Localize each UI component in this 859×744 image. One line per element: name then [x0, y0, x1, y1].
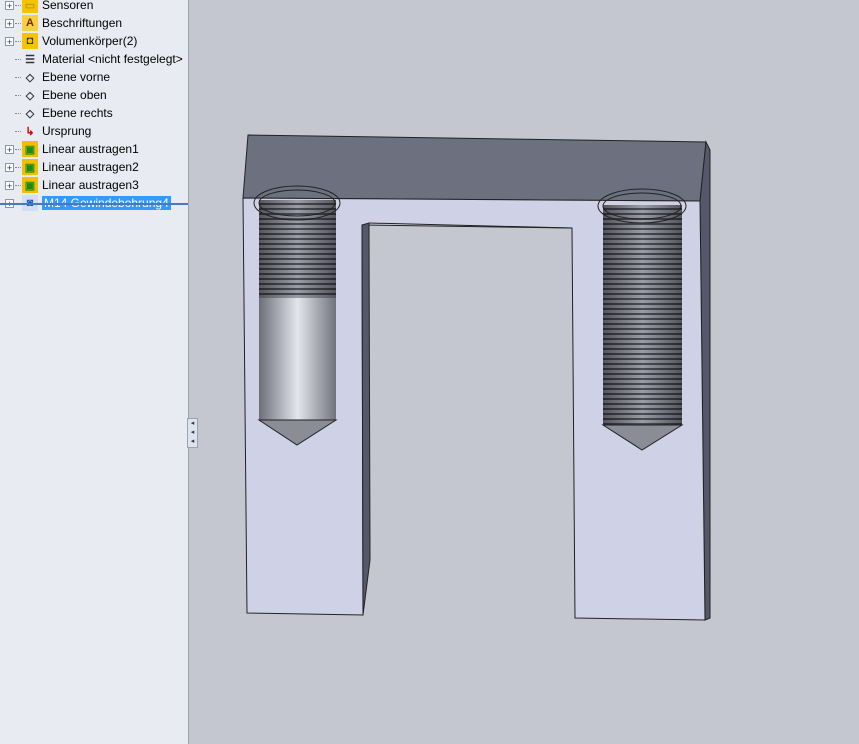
tree-connector	[15, 94, 21, 96]
tree-item-label: Material <nicht festgelegt>	[42, 52, 183, 66]
expand-toggle[interactable]: +	[5, 0, 14, 10]
tree-connector	[15, 148, 21, 150]
tree-item-ebene-oben[interactable]: ◇ Ebene oben	[0, 86, 107, 104]
tree-item-label: Linear austragen3	[42, 178, 139, 192]
tree-connector	[15, 4, 21, 6]
tree-item-label: Ebene oben	[42, 88, 107, 102]
tree-item-ebene-vorne[interactable]: ◇ Ebene vorne	[0, 68, 110, 86]
tree-item-label: Sensoren	[42, 0, 94, 12]
tree-connector	[15, 40, 21, 42]
tree-item-ebene-rechts[interactable]: ◇ Ebene rechts	[0, 104, 113, 122]
tree-item-label: Ebene rechts	[42, 106, 113, 120]
rollback-bar[interactable]	[0, 203, 188, 205]
tree-item-label: Linear austragen1	[42, 142, 139, 156]
tree-item-label: Volumenkörper(2)	[42, 34, 138, 48]
annotations-icon: A	[22, 15, 38, 31]
tree-connector	[15, 22, 21, 24]
tree-item-material-nicht-festgelegt[interactable]: ☰ Material <nicht festgelegt>	[0, 50, 183, 68]
tree-connector	[15, 130, 21, 132]
tree-item-sensoren[interactable]: + ▭ Sensoren	[0, 0, 93, 14]
origin-icon: ↳	[25, 125, 35, 138]
tree-item-volumenk-rper-2[interactable]: + ◘ Volumenkörper(2)	[0, 32, 137, 50]
tree-item-linear-austragen3[interactable]: + ▣ Linear austragen3	[0, 176, 139, 194]
tree-item-ursprung[interactable]: ↳ Ursprung	[0, 122, 91, 140]
tree-item-label: Ebene vorne	[42, 70, 111, 84]
feature-manager-tree: + ▭ Sensoren + A Beschriftungen + ◘ Volumenkörpe…	[0, 0, 189, 744]
tree-connector	[15, 58, 21, 60]
plane-icon: ◇	[25, 71, 35, 84]
tree-item-label: Beschriftungen	[42, 16, 123, 30]
threaded-hole-right	[597, 188, 687, 451]
material-icon: ☰	[25, 53, 35, 66]
tree-connector	[15, 76, 21, 78]
plane-icon: ◇	[25, 89, 35, 102]
folder-icon: ▭	[22, 0, 38, 13]
tree-connector	[15, 184, 21, 186]
graphics-area[interactable]	[189, 0, 859, 744]
expand-toggle[interactable]: +	[5, 144, 14, 154]
tree-item-linear-austragen1[interactable]: + ▣ Linear austragen1	[0, 140, 139, 158]
extrude-icon: ▣	[22, 141, 38, 157]
plane-icon: ◇	[25, 107, 35, 120]
extrude-icon: ▣	[22, 177, 38, 193]
threaded-hole-left	[253, 185, 341, 446]
tree-item-label: Ursprung	[42, 124, 92, 138]
tree-item-label: Linear austragen2	[42, 160, 139, 174]
tree-item-linear-austragen2[interactable]: + ▣ Linear austragen2	[0, 158, 139, 176]
expand-toggle[interactable]: +	[5, 36, 14, 46]
expand-toggle[interactable]: +	[5, 18, 14, 28]
inner-side-face	[361, 222, 371, 616]
tree-item-beschriftungen[interactable]: + A Beschriftungen	[0, 14, 122, 32]
solid-bodies-icon: ◘	[22, 33, 38, 49]
tree-connector	[15, 166, 21, 168]
tree-connector	[15, 112, 21, 114]
expand-toggle[interactable]: +	[5, 180, 14, 190]
extrude-icon: ▣	[22, 159, 38, 175]
expand-toggle[interactable]: +	[5, 162, 14, 172]
